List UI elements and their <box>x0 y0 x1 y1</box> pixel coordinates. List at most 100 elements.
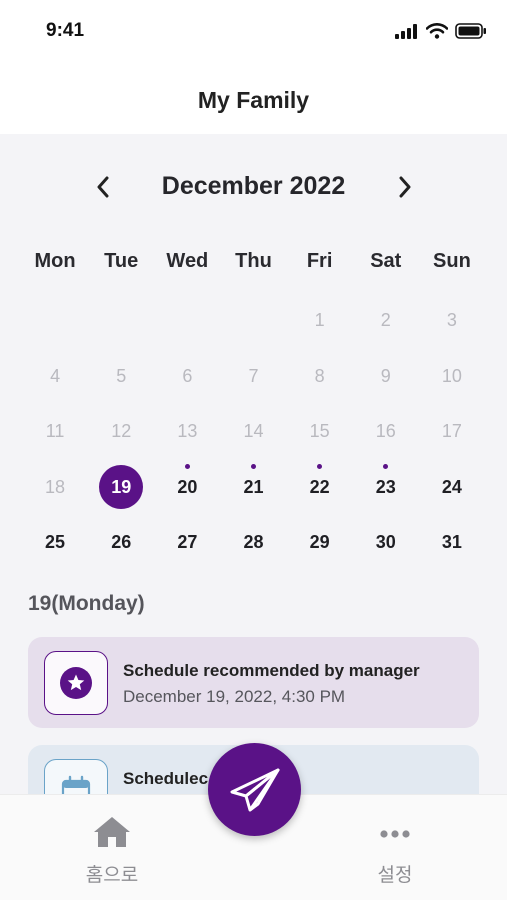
calendar-day[interactable]: 7 <box>220 349 286 405</box>
calendar-day-number: 6 <box>182 365 193 386</box>
cellular-signal-icon <box>395 23 417 39</box>
calendar-day[interactable]: 5 <box>88 349 154 405</box>
status-bar: 9:41 <box>0 0 507 66</box>
chevron-right-icon <box>399 176 411 198</box>
weekday-label: Sun <box>433 250 471 272</box>
calendar-day[interactable]: 24 <box>419 460 485 516</box>
event-title: Schedulec <box>123 769 209 788</box>
calendar-day[interactable]: 25 <box>22 515 88 571</box>
calendar-day[interactable]: 16 <box>353 404 419 460</box>
calendar-day[interactable]: 8 <box>287 349 353 405</box>
calendar-day[interactable]: 29 <box>287 515 353 571</box>
calendar-day-number: 12 <box>111 421 132 442</box>
calendar-day[interactable]: 11 <box>22 404 88 460</box>
calendar-day[interactable]: 18 <box>22 460 88 516</box>
weekday-header-row: Mon Tue Wed Thu Fri Sat Sun <box>22 250 485 280</box>
calendar-day-number: 31 <box>441 532 462 553</box>
calendar-day[interactable]: 13 <box>154 404 220 460</box>
calendar-day-number: 25 <box>45 532 66 553</box>
tab-home[interactable]: 홈으로 <box>52 815 172 887</box>
status-icons <box>395 21 487 41</box>
status-time: 9:41 <box>46 20 85 41</box>
wifi-icon <box>426 23 448 39</box>
selected-date-heading: 19(Monday) <box>28 592 145 615</box>
event-indicator-dot <box>317 463 323 469</box>
calendar-day-number: 29 <box>309 532 330 553</box>
month-title: December 2022 <box>161 172 346 200</box>
weekday-label: Thu <box>235 250 272 272</box>
calendar-day[interactable]: 31 <box>419 515 485 571</box>
page-title: My Family <box>197 86 310 113</box>
calendar-day-grid: 1 2 3 4 5 6 7 8 9 10 11 12 13 14 15 16 17 18 19 20 21 22 23 24 2… <box>22 293 485 571</box>
calendar-day-number: 22 <box>309 476 330 497</box>
calendar-day-number: 20 <box>177 476 198 497</box>
weekday-label: Fri <box>306 250 333 272</box>
calendar-day-number: 3 <box>446 310 457 331</box>
tab-home-label: 홈으로 <box>85 865 139 886</box>
month-navigation: December 2022 <box>0 162 507 212</box>
calendar-day[interactable]: 3 <box>419 293 485 349</box>
calendar-day[interactable]: 22 <box>287 460 353 516</box>
calendar-day-number: 5 <box>116 365 127 386</box>
calendar-day-number: 21 <box>243 476 264 497</box>
calendar-day-number: 27 <box>177 532 198 553</box>
battery-icon <box>455 23 486 39</box>
calendar-day[interactable]: 1 <box>287 293 353 349</box>
tab-settings[interactable]: 설정 <box>335 815 455 887</box>
calendar-day-number: 14 <box>243 421 264 442</box>
calendar-day[interactable]: 4 <box>22 349 88 405</box>
weekday-label: Mon <box>34 250 76 272</box>
calendar-day[interactable]: 15 <box>287 404 353 460</box>
star-icon <box>60 667 92 699</box>
calendar-day-number: 23 <box>375 476 396 497</box>
calendar-day-number: 28 <box>243 532 264 553</box>
calendar-day-number: 1 <box>314 310 325 331</box>
calendar-day[interactable]: 14 <box>220 404 286 460</box>
weekday-label: Sat <box>370 250 402 272</box>
calendar-day[interactable]: 12 <box>88 404 154 460</box>
next-month-button[interactable] <box>390 172 420 202</box>
event-indicator-dot <box>184 463 190 469</box>
calendar-day-number: 13 <box>177 421 198 442</box>
app-header: My Family <box>0 66 507 134</box>
event-indicator-dot <box>250 463 256 469</box>
calendar-day-number: 15 <box>309 421 330 442</box>
calendar-day-number: 11 <box>45 421 65 442</box>
more-dots-icon <box>380 830 410 838</box>
calendar-day[interactable]: 20 <box>154 460 220 516</box>
calendar-day[interactable]: 28 <box>220 515 286 571</box>
event-title: Schedule recommended by manager <box>123 661 420 680</box>
calendar-day-number: 10 <box>441 365 462 386</box>
calendar-day-number: 8 <box>314 365 325 386</box>
send-fab-button[interactable] <box>208 743 301 836</box>
calendar-day[interactable]: 6 <box>154 349 220 405</box>
calendar-day[interactable]: 21 <box>220 460 286 516</box>
calendar-day[interactable]: 17 <box>419 404 485 460</box>
calendar-day[interactable]: 27 <box>154 515 220 571</box>
calendar-day[interactable]: 10 <box>419 349 485 405</box>
event-indicator-dot <box>383 463 389 469</box>
calendar-day-number: 24 <box>441 476 462 497</box>
calendar-day-number: 7 <box>248 365 259 386</box>
calendar-day-number: 26 <box>111 532 132 553</box>
calendar-empty-cell <box>22 293 88 349</box>
weekday-label: Tue <box>104 250 139 272</box>
calendar-day[interactable]: 9 <box>353 349 419 405</box>
calendar-day[interactable]: 23 <box>353 460 419 516</box>
calendar-day-number: 2 <box>380 310 391 331</box>
event-card[interactable]: Schedule recommended by manager December… <box>28 637 479 728</box>
calendar-day[interactable]: 26 <box>88 515 154 571</box>
calendar-day[interactable]: 2 <box>353 293 419 349</box>
calendar-day-number: 17 <box>441 421 462 442</box>
calendar-empty-cell <box>220 293 286 349</box>
calendar-day-number: 4 <box>50 365 61 386</box>
calendar-day-number: 30 <box>375 532 396 553</box>
calendar-day-number: 16 <box>375 421 396 442</box>
calendar-day[interactable]: 19 <box>88 460 154 516</box>
paper-plane-icon <box>230 768 279 811</box>
weekday-label: Wed <box>166 250 209 272</box>
calendar-day[interactable]: 30 <box>353 515 419 571</box>
tab-settings-label: 설정 <box>377 865 413 886</box>
calendar-day-number: 9 <box>380 365 391 386</box>
calendar-day-number: 18 <box>45 476 66 497</box>
